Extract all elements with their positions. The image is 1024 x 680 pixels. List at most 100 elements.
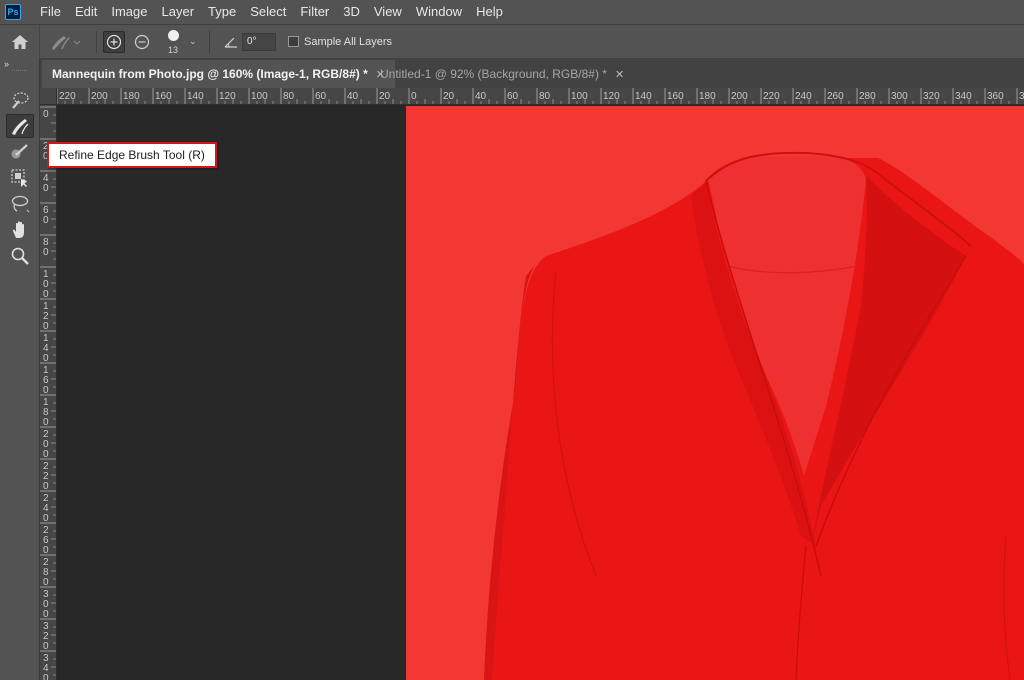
- tool-brush[interactable]: [6, 140, 34, 164]
- ruler-label: 0: [43, 545, 49, 556]
- ruler-label: 240: [795, 91, 812, 102]
- menu-image[interactable]: Image: [104, 0, 154, 24]
- chevron-down-icon[interactable]: ⌄: [189, 36, 203, 47]
- tool-hand[interactable]: [6, 218, 34, 242]
- sample-all-layers-option[interactable]: Sample All Layers: [288, 36, 392, 48]
- tab-label: Untitled-1 @ 92% (Background, RGB/8#) *: [380, 67, 607, 81]
- ruler-label: 0: [43, 321, 49, 332]
- vertical-ruler[interactable]: 0204060801001201401601802002202402602803…: [40, 105, 57, 680]
- menu-3d[interactable]: 3D: [336, 0, 367, 24]
- tool-quick-selection[interactable]: [6, 88, 34, 112]
- minus-circle-icon: [134, 34, 150, 49]
- tool-zoom[interactable]: [6, 244, 34, 268]
- ruler-label: 200: [91, 91, 108, 102]
- brush-icon: [11, 144, 28, 159]
- options-separator: [209, 30, 210, 53]
- ruler-label: 0: [43, 577, 49, 588]
- zoom-icon: [11, 247, 29, 265]
- ruler-label: 340: [955, 91, 972, 102]
- ruler-label: 120: [603, 91, 620, 102]
- horizontal-ruler[interactable]: 220 200 180 160 140 120 100 80 60 40 20 0 20 40 60 80 10…: [57, 88, 1024, 105]
- ruler-label: 320: [923, 91, 940, 102]
- ruler-label: 0: [43, 247, 49, 258]
- ruler-label: 0: [43, 513, 49, 524]
- ruler-label: 0: [43, 183, 49, 194]
- ruler-label: 80: [283, 91, 295, 102]
- mannequin-jacket-image: [406, 106, 1024, 680]
- ruler-label: 180: [699, 91, 716, 102]
- ruler-label: 40: [475, 91, 487, 102]
- home-icon: [11, 34, 28, 49]
- ruler-label: 220: [59, 91, 76, 102]
- options-bar: 13 ⌄ 0° Sample All Layers: [0, 24, 1024, 59]
- object-selection-icon: [11, 169, 27, 187]
- ruler-label: 0: [43, 353, 49, 364]
- menu-select[interactable]: Select: [243, 0, 293, 24]
- photoshop-logo: Ps: [5, 4, 21, 20]
- ruler-label: 60: [507, 91, 519, 102]
- angle-input[interactable]: 0°: [242, 32, 276, 51]
- brush-tip-icon: [168, 29, 179, 41]
- menu-bar: Ps File Edit Image Layer Type Select Fil…: [0, 0, 1024, 24]
- menu-filter[interactable]: Filter: [293, 0, 336, 24]
- plus-circle-icon: [106, 34, 122, 49]
- ruler-label: 0: [43, 609, 49, 620]
- tab-label: Mannequin from Photo.jpg @ 160% (Image-1…: [52, 67, 368, 81]
- ruler-label: 180: [123, 91, 140, 102]
- menu-edit[interactable]: Edit: [68, 0, 104, 24]
- ruler-label: 100: [251, 91, 268, 102]
- menu-layer[interactable]: Layer: [155, 0, 202, 24]
- tab-mannequin-document[interactable]: Mannequin from Photo.jpg @ 160% (Image-1…: [42, 60, 395, 88]
- panel-grip[interactable]: [12, 70, 27, 76]
- ruler-label: 280: [859, 91, 876, 102]
- ruler-label: 80: [539, 91, 551, 102]
- tool-refine-edge-brush[interactable]: [6, 114, 34, 138]
- menu-view[interactable]: View: [367, 0, 409, 24]
- ruler-label: 360: [987, 91, 1004, 102]
- sample-all-layers-label: Sample All Layers: [304, 35, 393, 48]
- menu-window[interactable]: Window: [409, 0, 469, 24]
- ruler-label: 0: [43, 417, 49, 428]
- pasteboard[interactable]: [58, 106, 406, 680]
- ruler-label: 0: [411, 91, 417, 102]
- ruler-label: 220: [763, 91, 780, 102]
- tool-preset-picker[interactable]: [40, 25, 90, 59]
- tool-lasso[interactable]: [6, 192, 34, 216]
- sample-all-layers-checkbox[interactable]: [288, 36, 299, 47]
- tool-object-selection[interactable]: [6, 166, 34, 190]
- ruler-label: 120: [219, 91, 236, 102]
- ruler-label: 140: [635, 91, 652, 102]
- ruler-label: 300: [891, 91, 908, 102]
- ruler-label: 20: [443, 91, 455, 102]
- brush-size-picker[interactable]: 13: [159, 25, 189, 59]
- ruler-label: 140: [187, 91, 204, 102]
- ruler-label: 0: [43, 673, 49, 680]
- ruler-label: 40: [347, 91, 359, 102]
- ruler-label: 0: [43, 385, 49, 396]
- ruler-label: 0: [43, 641, 49, 652]
- menu-file[interactable]: File: [33, 0, 68, 24]
- restore-original-edge-button[interactable]: [131, 31, 153, 53]
- ruler-label: 200: [731, 91, 748, 102]
- quick-selection-icon: [12, 92, 29, 109]
- ruler-origin[interactable]: [40, 88, 57, 105]
- collapse-panel-icon[interactable]: »: [0, 58, 39, 70]
- document-tab-bar: Mannequin from Photo.jpg @ 160% (Image-1…: [40, 58, 1024, 88]
- document-canvas[interactable]: [406, 106, 1024, 680]
- tools-panel: »: [0, 58, 40, 680]
- ruler-label: 0: [43, 481, 49, 492]
- refine-edge-brush-icon: [12, 119, 29, 135]
- ruler-label: 60: [315, 91, 327, 102]
- ruler-label: 0: [43, 449, 49, 460]
- tab-untitled-document[interactable]: Untitled-1 @ 92% (Background, RGB/8#) * …: [370, 60, 634, 88]
- menu-help[interactable]: Help: [469, 0, 510, 24]
- brush-size-value: 13: [168, 44, 179, 55]
- home-button[interactable]: [0, 24, 40, 59]
- horizontal-ruler-ticks: 220 200 180 160 140 120 100 80 60 40 20 0 20 40 60 80 10…: [57, 88, 1024, 104]
- tool-tooltip: Refine Edge Brush Tool (R): [47, 142, 217, 168]
- menu-type[interactable]: Type: [201, 0, 243, 24]
- close-icon[interactable]: ✕: [615, 68, 624, 81]
- ruler-label: 160: [667, 91, 684, 102]
- ruler-label: 0: [43, 109, 49, 120]
- expand-detection-area-button[interactable]: [103, 30, 125, 53]
